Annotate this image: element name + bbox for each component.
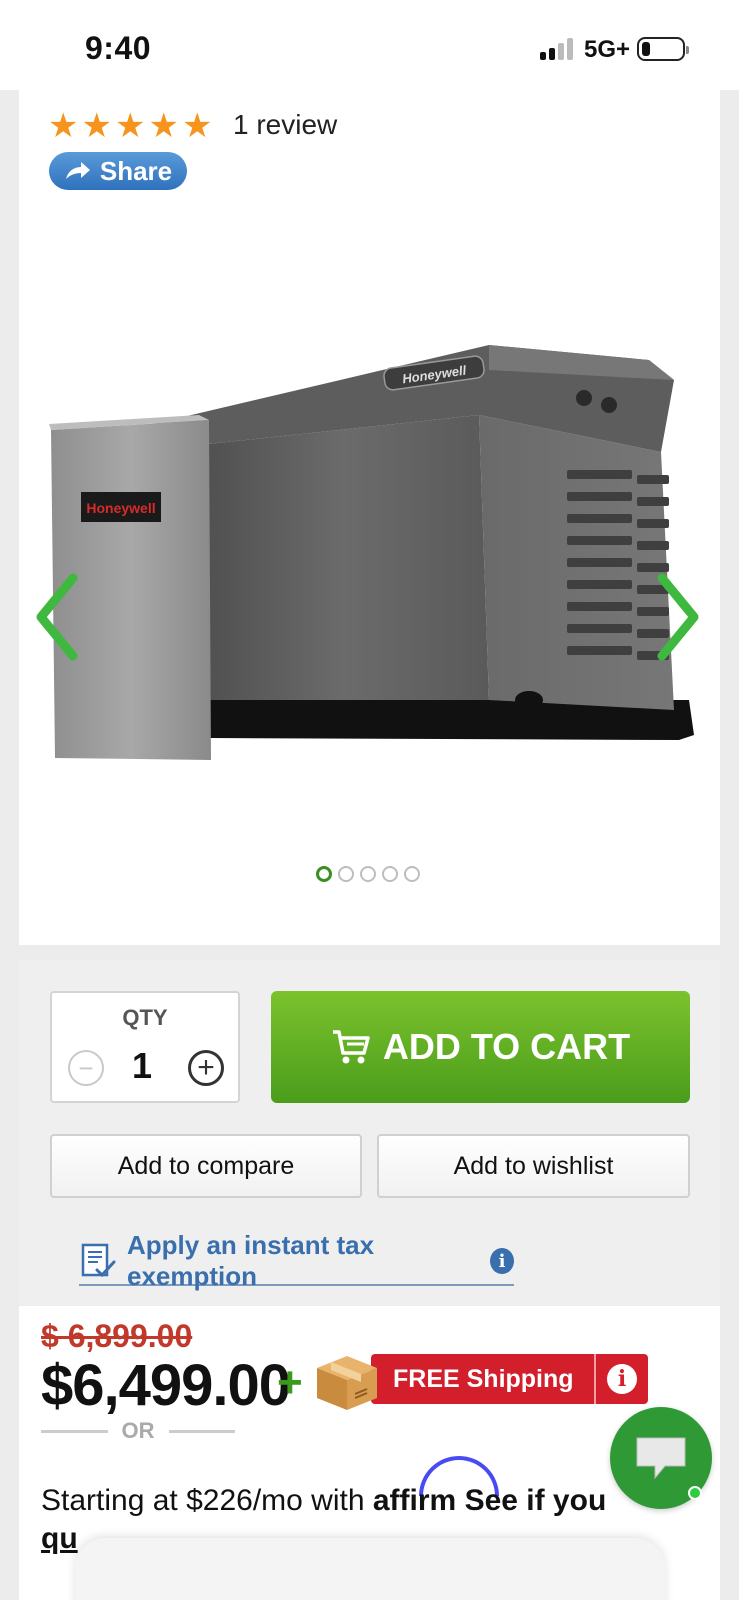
document-check-icon: [79, 1242, 117, 1280]
status-time: 9:40: [85, 30, 152, 66]
shipping-info-button[interactable]: i: [596, 1364, 648, 1394]
info-icon[interactable]: i: [490, 1248, 514, 1274]
quantity-stepper: QTY − 1 +: [50, 991, 240, 1103]
chevron-right-icon[interactable]: [654, 572, 704, 662]
free-shipping-badge[interactable]: FREE Shipping i: [371, 1354, 648, 1404]
free-shipping-label: FREE Shipping: [393, 1364, 574, 1393]
review-count-link[interactable]: 1 review: [233, 109, 337, 141]
share-button[interactable]: Share: [49, 152, 187, 190]
product-image[interactable]: Honeywell Honeywell: [49, 320, 709, 860]
star-icon: ★: [81, 107, 112, 145]
star-icon: ★: [114, 107, 146, 145]
affirm-prequalify-link[interactable]: See if you: [465, 1484, 607, 1517]
chevron-left-icon[interactable]: [31, 572, 81, 662]
box-icon: [317, 1356, 377, 1410]
sale-price: $6,499.00: [41, 1353, 291, 1418]
share-label: Share: [99, 155, 173, 186]
star-icon: ★: [148, 107, 179, 145]
info-icon: i: [607, 1364, 637, 1394]
or-label: OR: [121, 1418, 155, 1443]
network-label: 5G+: [584, 36, 631, 63]
svg-text:Honeywell: Honeywell: [86, 500, 155, 516]
add-to-wishlist-button[interactable]: Add to wishlist: [377, 1134, 690, 1198]
star-icon: ★: [48, 107, 79, 145]
chat-icon: [636, 1437, 686, 1480]
bottom-sheet[interactable]: [75, 1538, 665, 1600]
status-bar: 9:40 5G+: [0, 0, 739, 90]
gallery-dot[interactable]: [316, 866, 332, 882]
tax-exemption-link[interactable]: Apply an instant tax exemption i: [79, 1230, 514, 1291]
plus-sign: +: [277, 1358, 303, 1407]
gallery-dot[interactable]: [404, 866, 420, 882]
gallery-dot[interactable]: [382, 866, 398, 882]
plus-icon[interactable]: +: [188, 1050, 224, 1086]
affirm-financing-text: Starting at $226/mo with affirm See if y…: [41, 1484, 606, 1518]
original-price: $ 6,899.00: [41, 1318, 193, 1354]
qty-label: QTY: [122, 1005, 168, 1030]
online-indicator: [688, 1486, 702, 1500]
or-separator: OR: [41, 1418, 235, 1444]
signal-icon: [540, 38, 576, 60]
affirm-prequalify-link-cont[interactable]: qu: [41, 1522, 78, 1556]
rating-stars[interactable]: ★ ★ ★ ★ ★: [48, 109, 212, 143]
affirm-logo: affirm: [372, 1484, 457, 1517]
tax-exemption-label: Apply an instant tax exemption: [127, 1230, 375, 1291]
star-icon: ★: [181, 107, 213, 145]
product-card: ★ ★ ★ ★ ★ 1 review Share Honeywell Honey…: [19, 90, 720, 945]
add-to-compare-button[interactable]: Add to compare: [50, 1134, 362, 1198]
cart-icon: [332, 1030, 370, 1064]
qty-value[interactable]: 1: [132, 1045, 152, 1087]
minus-icon[interactable]: −: [68, 1050, 104, 1086]
gallery-dot[interactable]: [338, 866, 354, 882]
purchase-area: QTY − 1 + ADD TO CART Add to compare Add…: [19, 960, 720, 1305]
add-to-cart-label: ADD TO CART: [382, 1026, 631, 1067]
add-to-cart-button[interactable]: ADD TO CART: [271, 991, 690, 1103]
affirm-prefix: Starting at $226/mo with: [41, 1484, 365, 1517]
gallery-dot[interactable]: [360, 866, 376, 882]
share-arrow-icon: [65, 162, 90, 179]
gallery-dots: [316, 866, 420, 882]
battery-icon: [637, 37, 689, 61]
